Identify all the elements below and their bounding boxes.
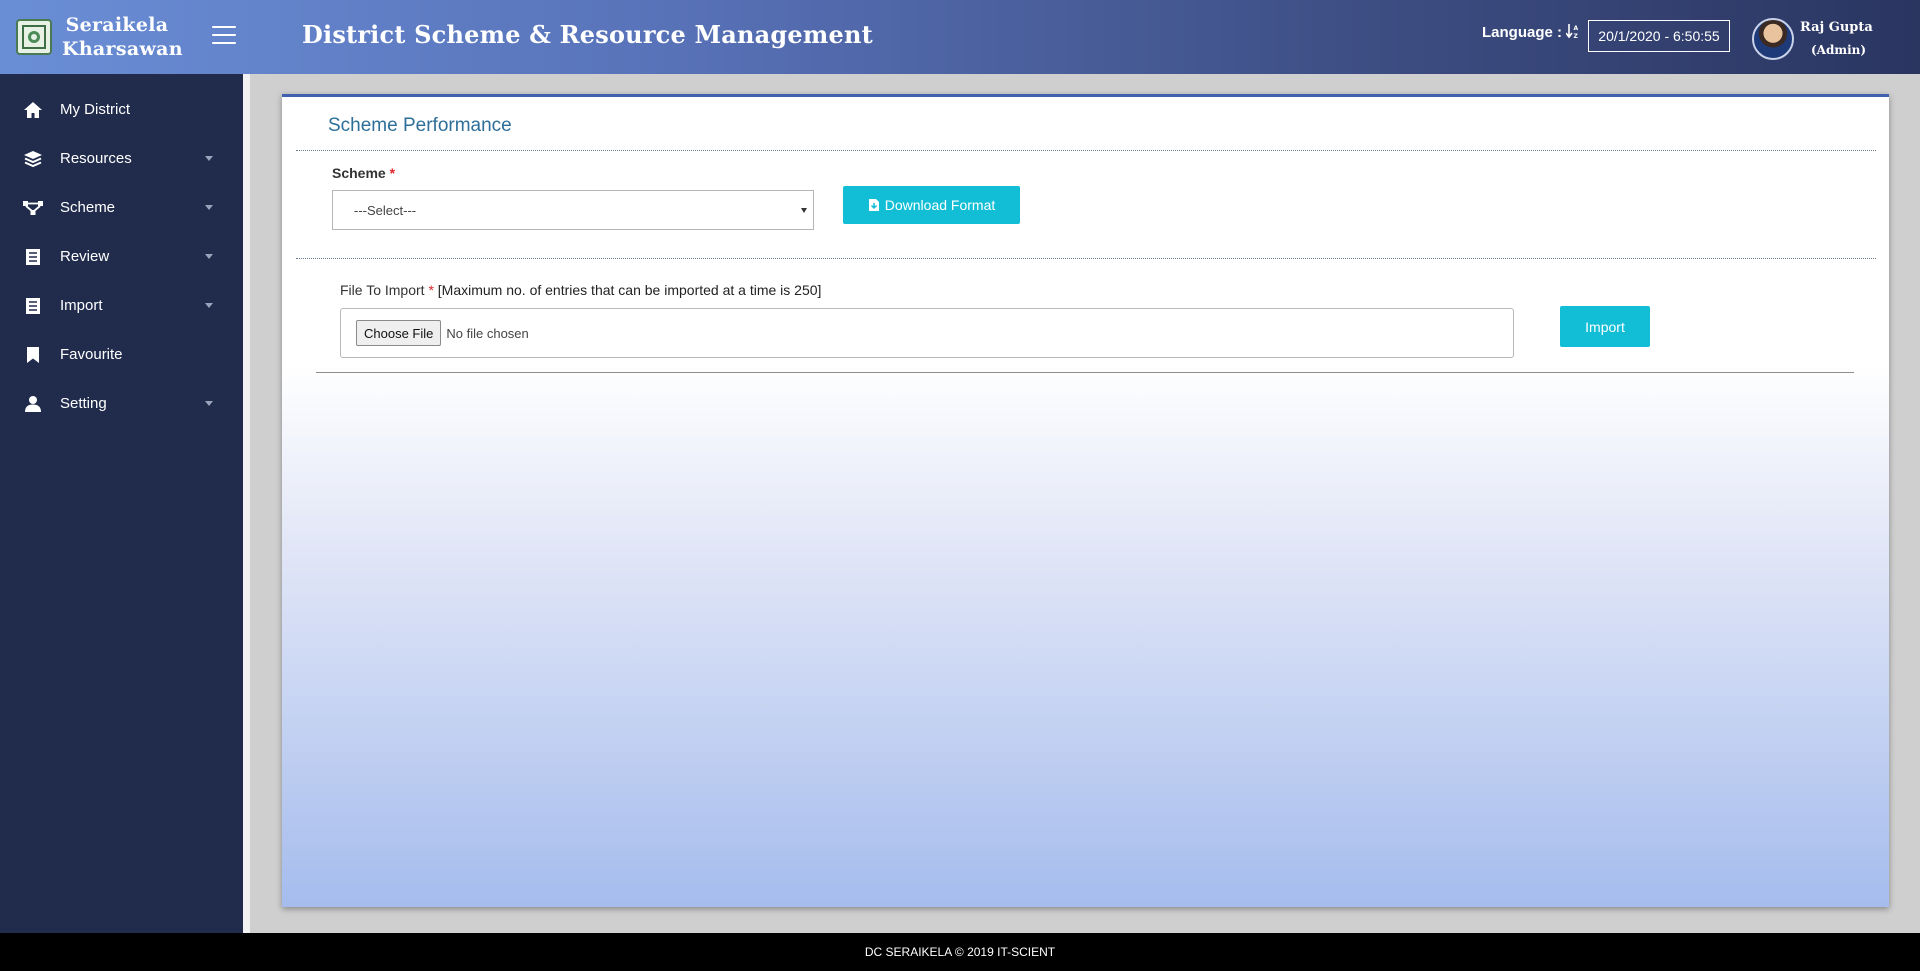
language-switcher[interactable]: Language : AZ: [1482, 23, 1580, 42]
sidebar-item-setting[interactable]: Setting: [0, 379, 243, 428]
user-role: (Admin): [1811, 43, 1867, 57]
brand-line-1: Seraikela: [65, 14, 169, 36]
user-name[interactable]: Raj Gupta: [1800, 20, 1873, 35]
sort-language-icon[interactable]: AZ: [1565, 23, 1580, 42]
divider: [296, 258, 1876, 259]
sidebar-item-label: Review: [60, 248, 110, 265]
layers-icon: [22, 149, 44, 169]
file-import-label-text: File To Import: [340, 282, 425, 298]
file-download-icon: [868, 198, 880, 212]
scheme-select[interactable]: ---Select---: [332, 190, 814, 230]
sidebar-item-label: My District: [60, 101, 130, 118]
page-title: Scheme Performance: [328, 115, 512, 136]
choose-file-button[interactable]: Choose File: [356, 320, 442, 346]
content-gutter: [243, 74, 250, 933]
brand-name: Seraikela Kharsawan: [62, 13, 183, 61]
import-button[interactable]: Import: [1560, 306, 1650, 347]
list-icon: [22, 296, 44, 316]
sidebar-item-label: Resources: [60, 150, 132, 167]
file-import-label: File To Import * [Maximum no. of entries…: [340, 282, 821, 298]
sidebar-item-label: Scheme: [60, 199, 116, 216]
chevron-down-icon: [205, 156, 213, 161]
file-status: No file chosen: [446, 325, 529, 341]
sidebar-item-my-district[interactable]: My District: [0, 85, 243, 134]
district-logo-icon: [16, 19, 52, 55]
scheme-performance-panel: Scheme Performance Scheme * ---Select---…: [282, 94, 1889, 907]
list-icon: [22, 247, 44, 267]
sidebar-item-favourite[interactable]: Favourite: [0, 330, 243, 379]
sidebar: My District Resources Scheme Review Impo…: [0, 74, 243, 933]
chevron-down-icon: [205, 401, 213, 406]
download-format-button[interactable]: Download Format: [843, 186, 1020, 224]
top-header: Seraikela Kharsawan District Scheme & Re…: [0, 0, 1920, 74]
sidebar-item-resources[interactable]: Resources: [0, 134, 243, 183]
chevron-down-icon: [205, 303, 213, 308]
bookmark-icon: [22, 345, 44, 365]
sidebar-item-label: Favourite: [60, 346, 123, 363]
dropdown-arrow-icon: [801, 208, 807, 213]
footer: DC SERAIKELA © 2019 IT-SCIENT: [0, 933, 1920, 971]
brand[interactable]: Seraikela Kharsawan: [0, 0, 243, 74]
scheme-label-text: Scheme: [332, 165, 386, 181]
menu-toggle-icon[interactable]: [212, 26, 236, 46]
sidebar-item-review[interactable]: Review: [0, 232, 243, 281]
sidebar-item-scheme[interactable]: Scheme: [0, 183, 243, 232]
app-title: District Scheme & Resource Management: [302, 20, 873, 49]
brand-line-2: Kharsawan: [62, 38, 183, 60]
sidebar-item-label: Import: [60, 297, 103, 314]
scheme-label: Scheme *: [332, 165, 395, 181]
scheme-select-value: ---Select---: [354, 202, 417, 218]
download-format-label: Download Format: [884, 197, 996, 213]
sidebar-item-label: Setting: [60, 395, 107, 412]
divider: [316, 372, 1854, 373]
sidebar-item-import[interactable]: Import: [0, 281, 243, 330]
chevron-down-icon: [205, 205, 213, 210]
max-entries-note: [Maximum no. of entries that can be impo…: [437, 282, 822, 298]
divider: [296, 150, 1876, 151]
svg-text:Z: Z: [1574, 33, 1579, 39]
datetime-display: 20/1/2020 - 6:50:55: [1588, 20, 1730, 52]
network-icon: [22, 198, 44, 218]
required-mark: *: [389, 165, 396, 181]
home-icon: [22, 100, 44, 120]
chevron-down-icon: [205, 254, 213, 259]
avatar[interactable]: [1752, 18, 1794, 60]
language-label: Language :: [1482, 24, 1563, 41]
required-mark: *: [428, 282, 434, 298]
svg-text:A: A: [1574, 25, 1579, 32]
file-input[interactable]: Choose File No file chosen: [340, 308, 1514, 358]
user-icon: [22, 394, 44, 414]
